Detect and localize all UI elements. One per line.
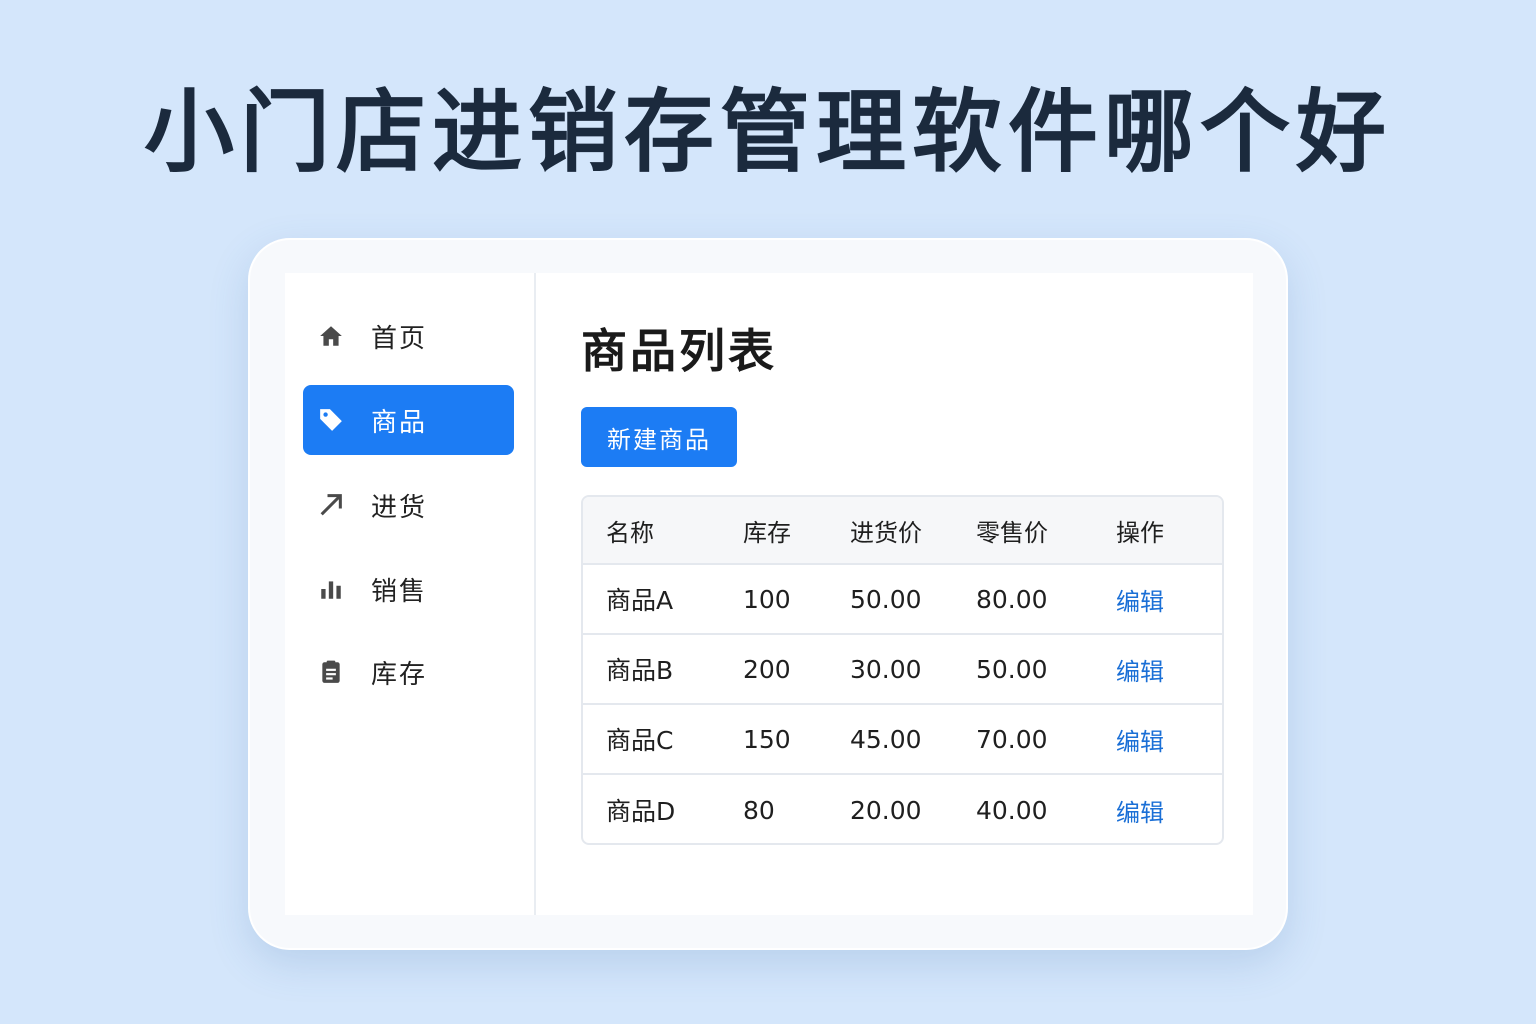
cell-name: 商品D — [606, 797, 676, 826]
sidebar-item-label: 进货 — [371, 492, 428, 523]
table-row: 商品D 80 20.00 40.00 编辑 — [583, 775, 1222, 843]
cell-stock: 80 — [743, 795, 775, 825]
column-header-action: 操作 — [1116, 518, 1164, 547]
clipboard-icon — [315, 656, 347, 688]
cell-purchase-price: 30.00 — [850, 654, 922, 684]
column-header-name: 名称 — [606, 518, 654, 547]
page-title: 商品列表 — [581, 324, 777, 378]
cell-name: 商品A — [606, 586, 674, 615]
sidebar-item-home[interactable]: 首页 — [303, 301, 514, 371]
sidebar: 首页 商品 进货 销售 库存 — [285, 273, 536, 915]
new-product-button[interactable]: 新建商品 — [581, 407, 737, 467]
edit-link[interactable]: 编辑 — [1116, 705, 1164, 773]
sidebar-item-label: 销售 — [371, 576, 428, 607]
main-content: 商品列表 新建商品 名称 库存 进货价 零售价 操作 商品A 100 50.00… — [536, 273, 1253, 915]
cell-retail-price: 80.00 — [976, 584, 1048, 614]
column-header-retail-price: 零售价 — [976, 518, 1048, 547]
table-row: 商品C 150 45.00 70.00 编辑 — [583, 705, 1222, 775]
column-header-stock: 库存 — [743, 518, 791, 547]
table-header: 名称 库存 进货价 零售价 操作 — [583, 497, 1222, 565]
bar-chart-icon — [315, 573, 347, 605]
table-row: 商品B 200 30.00 50.00 编辑 — [583, 635, 1222, 705]
column-header-purchase-price: 进货价 — [850, 518, 922, 547]
cell-name: 商品C — [606, 726, 674, 755]
cell-stock: 100 — [743, 584, 791, 614]
sidebar-item-sales[interactable]: 销售 — [303, 554, 514, 624]
cell-stock: 200 — [743, 654, 791, 684]
cell-purchase-price: 20.00 — [850, 795, 922, 825]
cell-purchase-price: 50.00 — [850, 584, 922, 614]
edit-link[interactable]: 编辑 — [1116, 565, 1164, 633]
sidebar-item-label: 库存 — [371, 659, 428, 690]
sidebar-item-products[interactable]: 商品 — [303, 385, 514, 455]
cell-retail-price: 50.00 — [976, 654, 1048, 684]
cell-stock: 150 — [743, 724, 791, 754]
cell-name: 商品B — [606, 656, 674, 685]
app-screen: 首页 商品 进货 销售 库存 商品列表 新建商品 名称 库存 进货价 零售价 操… — [285, 273, 1253, 915]
headline: 小门店进销存管理软件哪个好 — [144, 80, 1392, 185]
home-icon — [315, 320, 347, 352]
edit-link[interactable]: 编辑 — [1116, 775, 1164, 843]
sidebar-item-purchase[interactable]: 进货 — [303, 470, 514, 540]
edit-link[interactable]: 编辑 — [1116, 635, 1164, 703]
cell-purchase-price: 45.00 — [850, 724, 922, 754]
cell-retail-price: 40.00 — [976, 795, 1048, 825]
product-table: 名称 库存 进货价 零售价 操作 商品A 100 50.00 80.00 编辑 … — [581, 495, 1224, 845]
sidebar-item-label: 首页 — [371, 323, 428, 354]
cell-retail-price: 70.00 — [976, 724, 1048, 754]
sidebar-item-inventory[interactable]: 库存 — [303, 637, 514, 707]
table-row: 商品A 100 50.00 80.00 编辑 — [583, 565, 1222, 635]
sidebar-item-label: 商品 — [371, 407, 428, 438]
tag-icon — [315, 404, 347, 436]
arrow-up-right-icon — [315, 489, 347, 521]
device-frame: 首页 商品 进货 销售 库存 商品列表 新建商品 名称 库存 进货价 零售价 操… — [248, 238, 1288, 950]
